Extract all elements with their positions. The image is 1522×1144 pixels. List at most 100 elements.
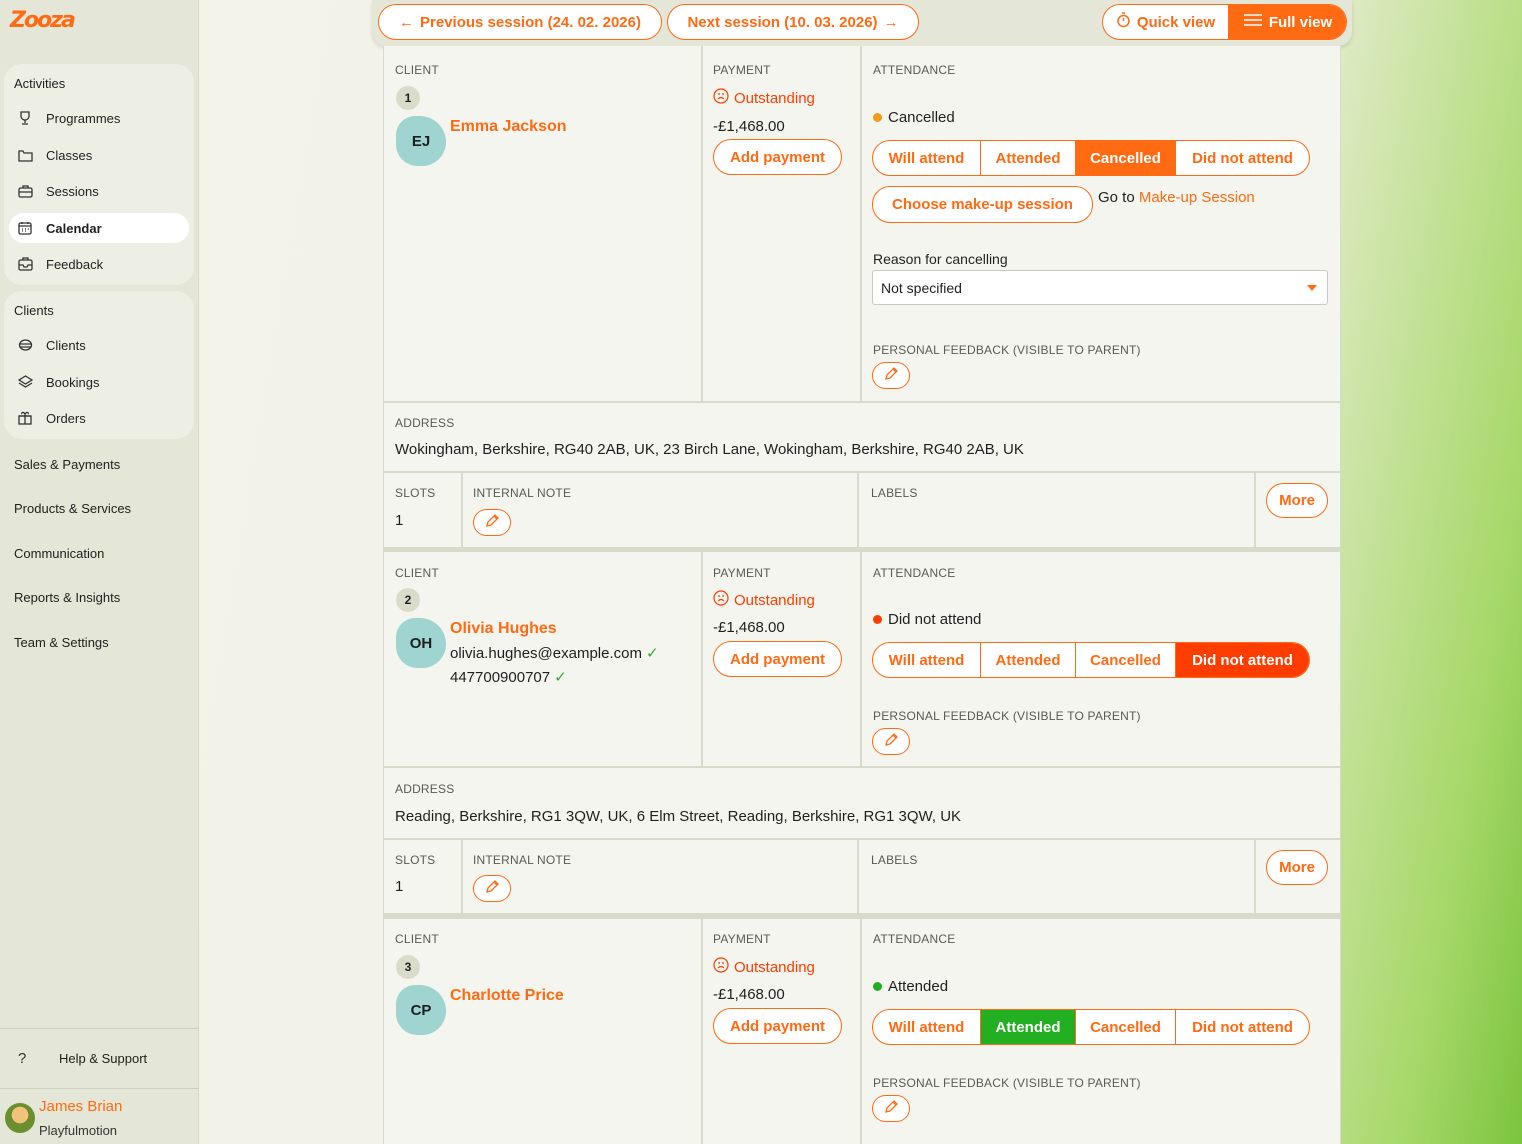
stopwatch-icon (1116, 12, 1131, 32)
attended-option[interactable]: Attended (981, 1010, 1076, 1044)
edit-internal-note-button[interactable] (473, 509, 511, 536)
more-button[interactable]: More (1266, 483, 1328, 518)
more-button[interactable]: More (1266, 850, 1328, 885)
personal-feedback-label: PERSONAL FEEDBACK (VISIBLE TO PARENT) (873, 343, 1141, 357)
edit-feedback-button[interactable] (872, 728, 910, 755)
did-not-attend-option[interactable]: Did not attend (1176, 643, 1309, 677)
more-cell: More (1256, 840, 1340, 913)
will-attend-option[interactable]: Will attend (873, 643, 981, 677)
sidebar-item-classes[interactable]: Classes (9, 140, 189, 170)
zooza-logo[interactable]: Zooza (10, 8, 76, 38)
attendance-label: ATTENDANCE (873, 63, 956, 77)
will-attend-option[interactable]: Will attend (873, 1010, 981, 1044)
makeup-goto: Go to Make-up Session (1098, 189, 1255, 206)
help-support-link[interactable]: ? Help & Support (0, 1028, 199, 1088)
slots-cell: SLOTS 1 (384, 840, 461, 913)
sidebar-item-sessions[interactable]: Sessions (9, 176, 189, 206)
client-cell: CLIENT 2 OH Olivia Hughes olivia.hughes@… (384, 552, 701, 766)
sidebar-item-feedback[interactable]: Feedback (9, 249, 189, 279)
status-dot (873, 982, 882, 991)
payment-label: PAYMENT (713, 932, 771, 946)
add-payment-button[interactable]: Add payment (713, 139, 842, 175)
address-label: ADDRESS (395, 782, 455, 796)
client-name-link[interactable]: Charlotte Price (450, 987, 564, 1005)
status-text: Attended (888, 978, 949, 995)
sidebar-item-products-services[interactable]: Products & Services (14, 501, 131, 516)
previous-session-button[interactable]: ← Previous session (24. 02. 2026) (378, 4, 662, 40)
payment-cell: PAYMENT Outstanding -£1,468.00 Add payme… (703, 919, 860, 1144)
help-label: Help & Support (59, 1051, 148, 1066)
client-email: olivia.hughes@example.com ✓ (450, 644, 659, 662)
add-payment-button[interactable]: Add payment (713, 641, 842, 677)
check-icon: ✓ (646, 645, 659, 662)
client-name-link[interactable]: Emma Jackson (450, 118, 567, 136)
status-text: Cancelled (888, 109, 955, 126)
arrow-right-icon: → (883, 13, 899, 31)
sidebar-item-reports-insights[interactable]: Reports & Insights (14, 590, 120, 605)
reason-label: Reason for cancelling (873, 251, 1008, 267)
attended-option[interactable]: Attended (981, 643, 1076, 677)
arrow-left-icon: ← (399, 13, 415, 31)
session-attendance-list: CLIENT 1 EJ Emma Jackson PAYMENT Outstan… (383, 46, 1341, 1144)
folder-icon (17, 147, 33, 163)
will-attend-option[interactable]: Will attend (873, 141, 981, 175)
reason-select[interactable]: Not specified (872, 270, 1328, 305)
attended-option[interactable]: Attended (981, 141, 1076, 175)
cancelled-option[interactable]: Cancelled (1076, 1010, 1176, 1044)
attendance-status: Cancelled (873, 109, 955, 126)
attendance-cell: ATTENDANCE Cancelled Will attend Attende… (862, 46, 1340, 401)
internal-note-cell: INTERNAL NOTE (463, 840, 857, 913)
address-cell: ADDRESS Reading, Berkshire, RG1 3QW, UK,… (384, 768, 1340, 838)
makeup-session-link[interactable]: Make-up Session (1139, 189, 1255, 206)
client-name-link[interactable]: Olivia Hughes (450, 620, 557, 638)
add-payment-button[interactable]: Add payment (713, 1008, 842, 1044)
inbox-icon (17, 256, 33, 272)
full-view-button[interactable]: Full view (1229, 5, 1346, 39)
labels-cell: LABELS (859, 840, 1254, 913)
edit-internal-note-button[interactable] (473, 875, 511, 902)
sidebar-item-label: Clients (46, 337, 86, 353)
briefcase-icon (17, 183, 33, 199)
edit-feedback-button[interactable] (872, 362, 910, 389)
payment-label: PAYMENT (713, 63, 771, 77)
sad-face-icon (713, 88, 729, 108)
activities-title: Activities (14, 76, 66, 91)
avatar: OH (396, 618, 446, 668)
sidebar-item-team-settings[interactable]: Team & Settings (14, 635, 109, 650)
sidebar-item-programmes[interactable]: Programmes (9, 103, 189, 133)
client-number: 3 (396, 955, 420, 979)
did-not-attend-option[interactable]: Did not attend (1176, 1010, 1309, 1044)
did-not-attend-option[interactable]: Did not attend (1176, 141, 1309, 175)
address-value: Reading, Berkshire, RG1 3QW, UK, 6 Elm S… (395, 808, 962, 825)
reason-value: Not specified (881, 279, 962, 296)
avatar (5, 1103, 35, 1133)
edit-feedback-button[interactable] (872, 1095, 910, 1122)
sidebar-item-clients[interactable]: Clients (9, 330, 189, 360)
sidebar-item-calendar[interactable]: Calendar (9, 213, 189, 243)
internal-note-label: INTERNAL NOTE (473, 486, 572, 500)
client-cell: CLIENT 3 CP Charlotte Price (384, 919, 701, 1144)
sidebar-item-communication[interactable]: Communication (14, 546, 104, 561)
user-org: Playfulmotion (39, 1123, 118, 1138)
cancelled-option[interactable]: Cancelled (1076, 643, 1176, 677)
choose-makeup-session-button[interactable]: Choose make-up session (872, 186, 1093, 223)
quick-view-button[interactable]: Quick view (1103, 5, 1229, 39)
internal-note-label: INTERNAL NOTE (473, 853, 572, 867)
sidebar-item-label: Feedback (46, 256, 104, 272)
avatar: EJ (396, 116, 446, 166)
activities-group: Activities Programmes Classes Sessions C… (4, 64, 194, 285)
next-session-button[interactable]: Next session (10. 03. 2026) → (667, 4, 919, 40)
sidebar-item-sales-payments[interactable]: Sales & Payments (14, 457, 120, 472)
payment-status: Outstanding (713, 957, 815, 977)
pencil-icon (883, 1099, 899, 1118)
client-number: 2 (396, 588, 420, 612)
cancelled-option[interactable]: Cancelled (1076, 141, 1176, 175)
client-card: CLIENT 2 OH Olivia Hughes olivia.hughes@… (383, 552, 1341, 914)
sidebar-item-orders[interactable]: Orders (9, 403, 189, 433)
user-profile[interactable]: James Brian Playfulmotion (0, 1088, 199, 1144)
sidebar-item-bookings[interactable]: Bookings (9, 367, 189, 397)
payment-status: Outstanding (713, 88, 815, 108)
clients-title: Clients (14, 303, 54, 318)
view-toggle: Quick view Full view (1102, 4, 1347, 40)
slots-label: SLOTS (395, 853, 436, 867)
